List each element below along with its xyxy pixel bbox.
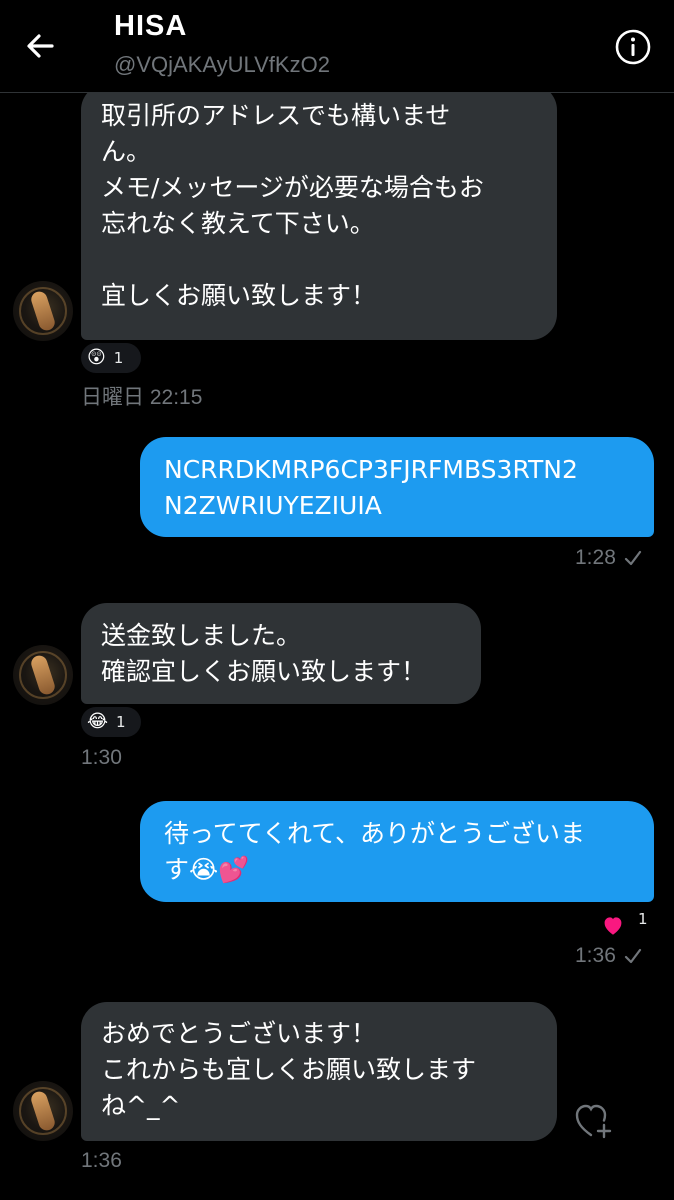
avatar[interactable] bbox=[13, 645, 73, 705]
message-status: 1:28 bbox=[575, 546, 642, 570]
conversation-name[interactable]: HISA bbox=[114, 10, 187, 43]
avatar[interactable] bbox=[13, 1081, 73, 1141]
add-reaction-heart-icon[interactable] bbox=[574, 1102, 614, 1140]
message-timestamp: 1:36 bbox=[81, 1149, 122, 1172]
message-line: 送金致しました。 bbox=[101, 621, 302, 650]
message-line: NCRRDKMRP6CP3FJRFMBS3RTN2 bbox=[164, 455, 578, 484]
message-line: ね^_^ bbox=[101, 1091, 181, 1120]
message-line bbox=[101, 242, 537, 278]
message-line: 確認宜しくお願い致します！ bbox=[101, 657, 427, 686]
incoming-message-bubble[interactable]: おめでとうございます！ これからも宜しくお願い致します ね^_^ bbox=[81, 1002, 557, 1141]
reaction-badge[interactable]: 😲 1 bbox=[81, 343, 141, 373]
message-timestamp: 1:28 bbox=[575, 546, 616, 569]
message-timestamp: 1:30 bbox=[81, 746, 122, 769]
message-line: これからも宜しくお願い致します bbox=[101, 1055, 477, 1084]
message-line: 待っててくれて、ありがとうございま bbox=[164, 819, 586, 848]
message-timestamp: 1:36 bbox=[575, 944, 616, 967]
message-line: N2ZWRIUYEZIUIA bbox=[164, 491, 382, 520]
conversation-header: HISA @VQjAKAyULVfKzO2 bbox=[0, 0, 674, 93]
check-icon bbox=[624, 949, 641, 964]
incoming-message-bubble[interactable]: 送金致しました。 確認宜しくお願い致します！ bbox=[81, 603, 481, 704]
message-line: メモ/メッセージが必要な場合もお bbox=[101, 173, 484, 202]
avatar[interactable] bbox=[13, 281, 73, 341]
surprised-face-emoji: 😲 bbox=[87, 347, 106, 368]
message-line: 宜しくお願い致します！ bbox=[101, 281, 377, 310]
outgoing-message-bubble[interactable]: NCRRDKMRP6CP3FJRFMBS3RTN2 N2ZWRIUYEZIUIA bbox=[140, 437, 654, 537]
message-status: 1:36 bbox=[575, 944, 642, 968]
incoming-message-bubble[interactable]: 取引所のアドレスでも構いませ ん。 メモ/メッセージが必要な場合もお 忘れなく教… bbox=[81, 84, 557, 340]
reaction-badge[interactable]: 😂 1 bbox=[81, 707, 141, 737]
reaction-count: 1 bbox=[113, 349, 124, 367]
heart-icon bbox=[604, 917, 622, 935]
message-line: おめでとうございます！ bbox=[101, 1019, 377, 1048]
message-line: 忘れなく教えて下さい。 bbox=[101, 209, 375, 238]
conversation-handle: @VQjAKAyULVfKzO2 bbox=[114, 52, 330, 77]
message-line: す😭💕 bbox=[164, 855, 250, 884]
reaction-count: 1 bbox=[116, 713, 126, 731]
outgoing-message-bubble[interactable]: 待っててくれて、ありがとうございま す😭💕 bbox=[140, 801, 654, 902]
check-icon bbox=[624, 551, 641, 566]
back-arrow-icon[interactable] bbox=[22, 28, 58, 64]
message-line: 取引所のアドレスでも構いませ bbox=[101, 101, 451, 130]
message-timestamp: 日曜日 22:15 bbox=[81, 386, 203, 409]
info-icon[interactable] bbox=[614, 28, 652, 66]
laughing-emoji: 😂 bbox=[87, 711, 109, 732]
reaction-count: 1 bbox=[638, 910, 648, 928]
message-line: ん。 bbox=[101, 137, 152, 166]
